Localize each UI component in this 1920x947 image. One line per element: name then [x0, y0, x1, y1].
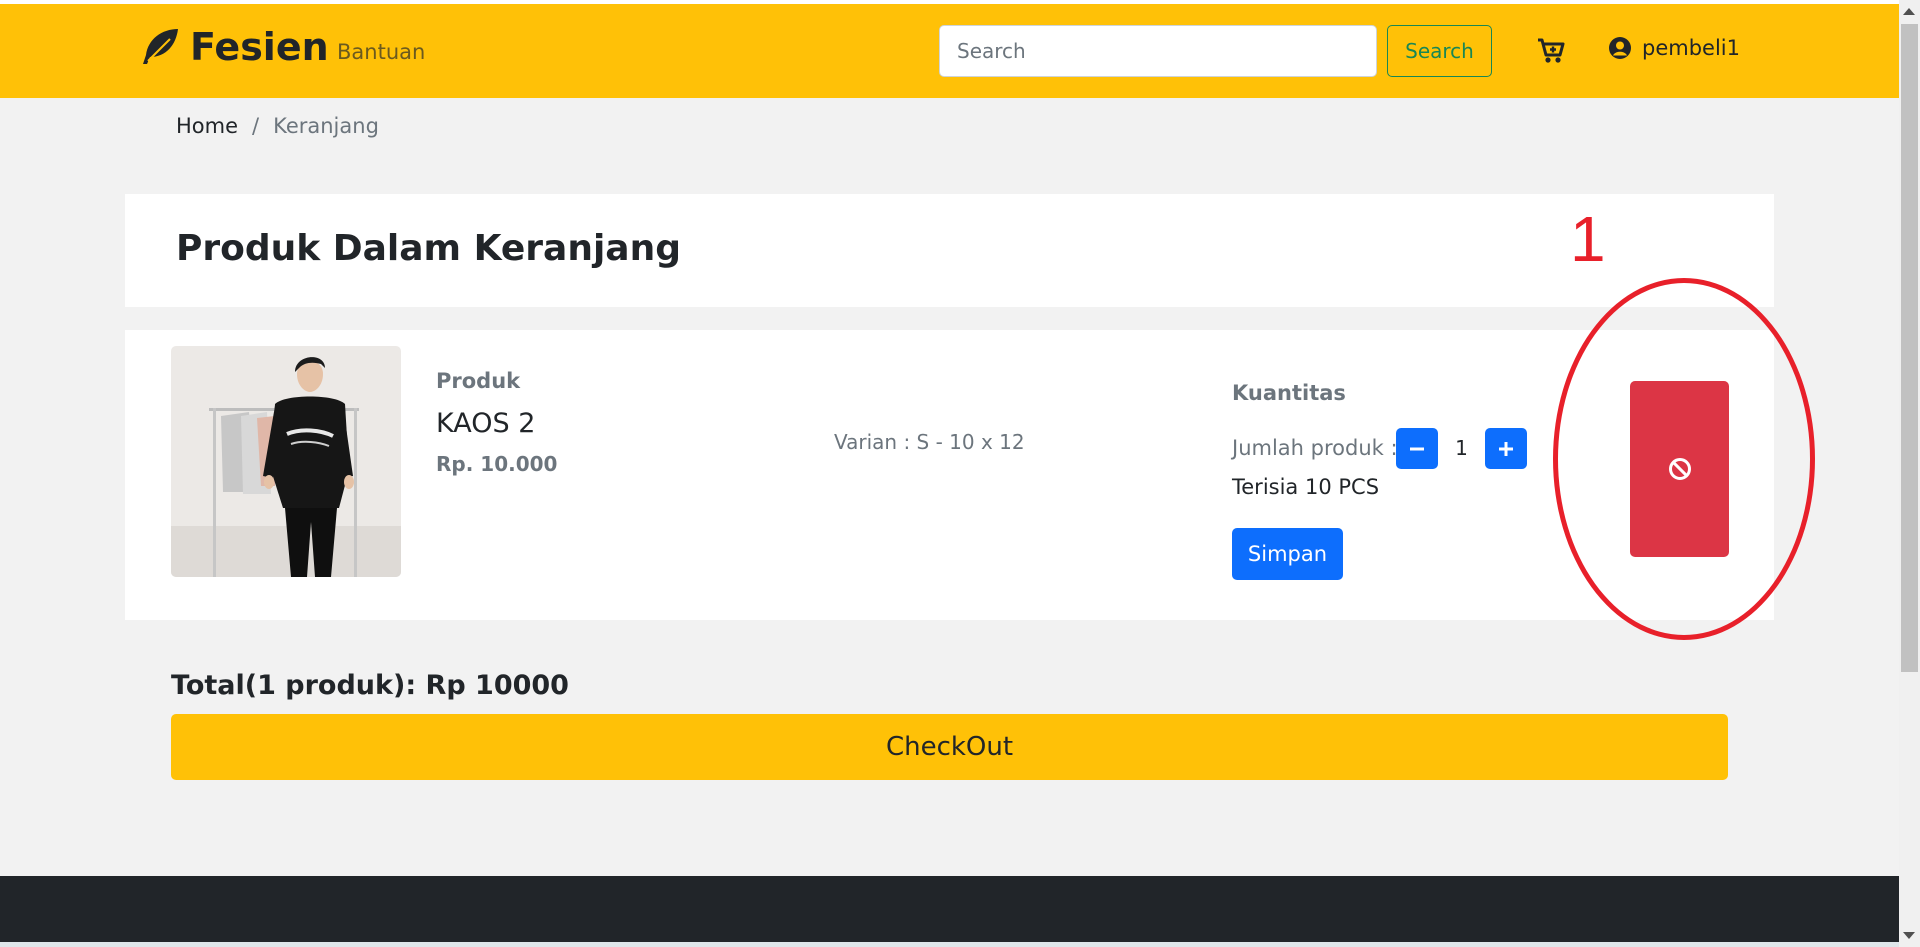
quantity-increase-button[interactable] — [1485, 428, 1527, 469]
annotation-number: 1 — [1570, 203, 1606, 275]
breadcrumb-container: Home / Keranjang — [140, 98, 1758, 173]
search-input[interactable] — [939, 25, 1377, 77]
brand[interactable]: Fesien — [140, 22, 329, 72]
search-button[interactable]: Search — [1387, 25, 1492, 77]
user-menu[interactable]: pembeli1 — [1608, 36, 1740, 60]
breadcrumb-current: Keranjang — [273, 114, 379, 138]
scrollbar[interactable] — [1899, 0, 1920, 947]
page-title: Produk Dalam Keranjang — [176, 228, 681, 269]
annotation-ellipse — [1553, 278, 1815, 640]
user-circle-icon — [1609, 37, 1631, 59]
scroll-thumb[interactable] — [1901, 24, 1918, 672]
cart-item: Produk KAOS 2 Rp. 10.000 Varian : S - 10… — [125, 330, 1774, 620]
quantity-value[interactable]: 1 — [1438, 436, 1485, 460]
product-price: Rp. 10.000 — [436, 452, 558, 476]
stock-info: Terisia 10 PCS — [1232, 475, 1380, 499]
checkout-button[interactable]: CheckOut — [171, 714, 1728, 780]
breadcrumb: Home / Keranjang — [176, 114, 379, 138]
breadcrumb-home[interactable]: Home — [176, 114, 238, 138]
cart-link[interactable] — [1537, 38, 1565, 68]
product-name: KAOS 2 — [436, 408, 536, 439]
cart-summary: Total(1 produk): Rp 10000 CheckOut — [140, 656, 1758, 792]
cart-plus-icon — [1538, 38, 1565, 63]
brand-name: Fesien — [190, 25, 329, 69]
product-label: Produk — [436, 369, 521, 393]
breadcrumb-separator: / — [252, 114, 260, 138]
product-photo — [171, 346, 401, 577]
feather-icon — [143, 29, 178, 64]
product-image[interactable] — [171, 346, 401, 577]
cart-header-card: Produk Dalam Keranjang — [125, 194, 1774, 307]
scroll-down-arrow[interactable] — [1903, 932, 1915, 939]
quantity-label: Kuantitas — [1232, 381, 1346, 405]
scroll-up-arrow[interactable] — [1903, 8, 1915, 15]
minus-icon — [1410, 447, 1424, 450]
user-name: pembeli1 — [1642, 36, 1740, 60]
nav-link-bantuan[interactable]: Bantuan — [337, 40, 425, 64]
navbar: Fesien Bantuan Search pembeli1 — [0, 4, 1899, 98]
plus-icon — [1499, 441, 1513, 456]
product-variant: Varian : S - 10 x 12 — [834, 430, 1025, 454]
page: Fesien Bantuan Search pembeli1 Home / — [0, 4, 1899, 942]
footer — [0, 876, 1899, 942]
cart-total: Total(1 produk): Rp 10000 — [171, 670, 569, 701]
bottom-strip — [0, 942, 1899, 947]
quantity-jumlah-label: Jumlah produk : — [1232, 436, 1398, 460]
quantity-decrease-button[interactable] — [1396, 428, 1438, 469]
save-button[interactable]: Simpan — [1232, 528, 1343, 580]
